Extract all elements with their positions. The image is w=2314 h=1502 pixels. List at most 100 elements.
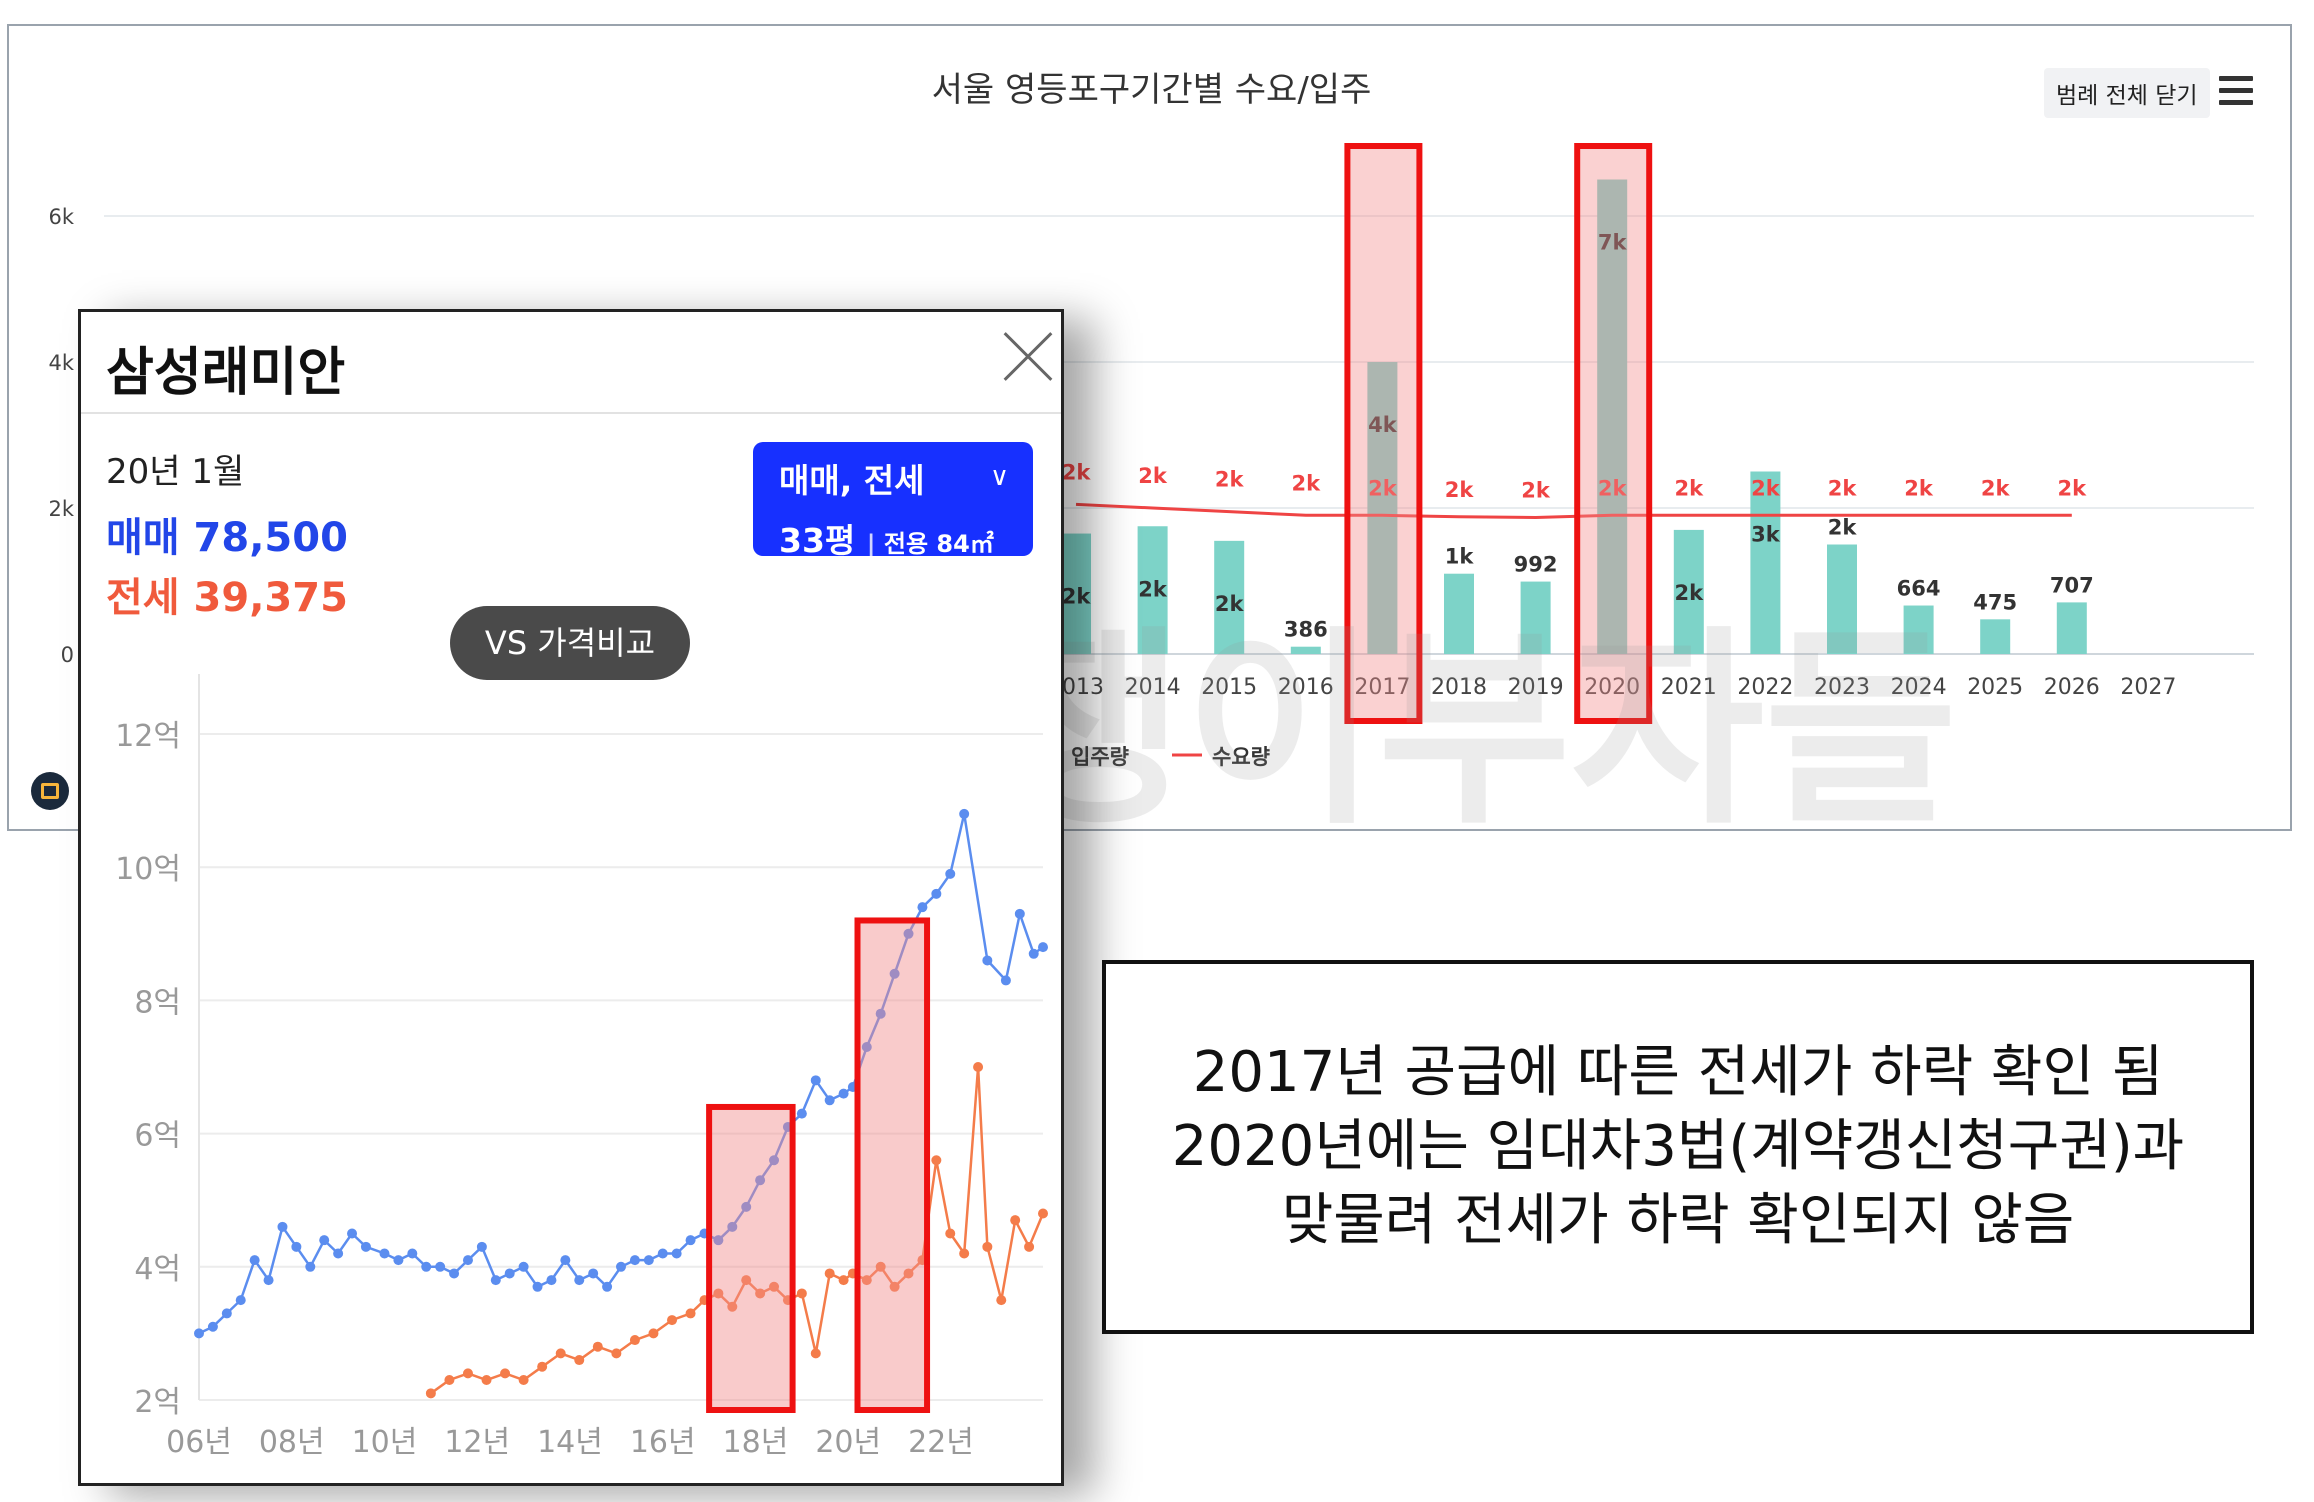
jeonse-series-point — [462, 1368, 473, 1379]
sale-series-point — [616, 1261, 626, 1272]
y-tick-label: 0 — [61, 643, 74, 667]
jeonse-series-point — [592, 1341, 603, 1352]
annotation-line-1: 2017년 공급에 따른 전세가 하락 확인 됨 — [1192, 1040, 2164, 1105]
demand-point-label: 2k — [1062, 460, 1092, 484]
jeonse-series-point — [982, 1241, 993, 1252]
jeonse-series-point — [481, 1375, 492, 1386]
x-tick-label: 2026 — [2044, 675, 2100, 700]
jeonse-series-point — [1010, 1215, 1021, 1226]
sale-series-point — [532, 1281, 543, 1292]
jeonse-series-point — [996, 1295, 1007, 1306]
sale-series-point — [917, 902, 928, 913]
sale-series-point — [207, 1321, 218, 1332]
supply-bar-label: 475 — [1973, 590, 2017, 614]
sale-series-point — [476, 1241, 487, 1252]
sale-series-point — [945, 868, 956, 879]
highlight-range-2 — [854, 917, 931, 1413]
sale-series-point — [249, 1255, 260, 1266]
sale-series-point — [435, 1261, 446, 1272]
sale-series-point — [982, 955, 993, 966]
sale-series-point — [588, 1268, 599, 1279]
popup-y-tick-label: 2억 — [134, 1385, 181, 1420]
sale-series-point — [1014, 908, 1025, 919]
sale-series-point — [518, 1261, 529, 1272]
sale-series-point — [277, 1221, 288, 1232]
popup-x-tick-label: 22년 — [908, 1425, 974, 1460]
popup-y-tick-label: 6억 — [134, 1119, 181, 1154]
apartment-price-popup: 삼성래미안 20년 1월 매매 78,500 전세 39,375 매매, 전세 … — [78, 309, 1064, 1486]
sale-series-point — [824, 1095, 835, 1106]
popup-x-tick-label: 20년 — [815, 1425, 881, 1460]
popup-y-tick-label: 8억 — [134, 985, 181, 1020]
sale-series-point — [1038, 942, 1048, 953]
jeonse-series-point — [425, 1388, 436, 1399]
highlight-range-1 — [706, 1103, 796, 1414]
jeonse-series-point — [945, 1228, 956, 1239]
sale-series-point — [379, 1248, 390, 1259]
jeonse-series-point — [810, 1348, 821, 1359]
popup-x-tick-label: 12년 — [444, 1425, 510, 1460]
supply-bar-label: 3k — [1751, 523, 1781, 547]
jeonse-series-point — [667, 1315, 678, 1326]
sale-series-point — [574, 1275, 585, 1286]
sale-series-point — [194, 1328, 204, 1339]
annotation-box: 2017년 공급에 따른 전세가 하락 확인 됨 2020년에는 임대차3법(계… — [1102, 960, 2254, 1334]
popup-x-tick-label: 06년 — [166, 1425, 232, 1460]
jeonse-series-point — [796, 1288, 807, 1299]
sale-series-point — [235, 1295, 246, 1306]
jeonse-series-point — [931, 1155, 942, 1166]
jeonse-series-point — [1024, 1241, 1035, 1252]
demand-series-line — [1075, 502, 2072, 519]
popup-x-tick-label: 16년 — [630, 1425, 696, 1460]
jeonse-series-point — [648, 1328, 659, 1339]
popup-x-tick-label: 18년 — [723, 1425, 789, 1460]
sale-series-point — [959, 808, 970, 819]
jeonse-series-point — [685, 1308, 696, 1319]
jeonse-series-point — [973, 1062, 984, 1072]
jeonse-series-point — [959, 1248, 970, 1259]
y-tick-label: 2k — [48, 497, 74, 521]
demand-point-label: 2k — [1215, 468, 1245, 492]
annotation-line-3: 맞물려 전세가 하락 확인되지 않음 — [1281, 1188, 2075, 1253]
jeonse-series-point — [518, 1375, 529, 1386]
demand-point-label: 2k — [1445, 478, 1475, 502]
annotation-line-2: 2020년에는 임대차3법(계약갱신청구권)과 — [1171, 1114, 2185, 1179]
sale-series-point — [796, 1108, 807, 1119]
demand-point-label: 2k — [1292, 471, 1322, 495]
jeonse-series-point — [824, 1268, 835, 1279]
sale-series-point — [360, 1241, 371, 1252]
jeonse-series-point — [537, 1361, 548, 1372]
popup-x-tick-label: 10년 — [352, 1425, 418, 1460]
jeonse-series-point — [444, 1375, 455, 1386]
sale-series-point — [421, 1261, 432, 1272]
sale-series-point — [319, 1235, 330, 1246]
x-tick-label: 2027 — [2120, 675, 2176, 700]
sale-series-point — [643, 1255, 654, 1266]
jeonse-series-point — [555, 1348, 566, 1359]
sale-series-point — [685, 1235, 696, 1246]
sale-series-point — [546, 1275, 557, 1286]
sale-series-point — [1028, 948, 1039, 959]
demand-point-label: 2k — [1904, 476, 1934, 500]
sale-series-point — [407, 1248, 418, 1259]
popup-y-tick-label: 10억 — [115, 852, 181, 887]
demand-point-label: 2k — [1675, 476, 1705, 500]
sale-series-point — [333, 1248, 344, 1259]
demand-point-label: 2k — [2058, 476, 2088, 500]
sale-series-point — [1000, 975, 1011, 986]
supply-bar — [2056, 602, 2087, 654]
sale-series-point — [504, 1268, 515, 1279]
popup-y-tick-label: 4억 — [134, 1252, 181, 1287]
jeonse-series-point — [611, 1348, 622, 1359]
demand-point-label: 2k — [1828, 476, 1858, 500]
sale-series-point — [629, 1255, 640, 1266]
jeonse-series-point — [629, 1335, 640, 1346]
x-tick-label: 2025 — [1967, 675, 2023, 700]
sale-series-point — [490, 1275, 501, 1286]
sale-series-point — [838, 1088, 849, 1099]
supply-bar — [1980, 619, 2011, 654]
jeonse-series-point — [838, 1275, 849, 1286]
sale-series-point — [291, 1241, 302, 1252]
demand-point-label: 2k — [1751, 476, 1781, 500]
popup-x-tick-label: 14년 — [537, 1425, 603, 1460]
